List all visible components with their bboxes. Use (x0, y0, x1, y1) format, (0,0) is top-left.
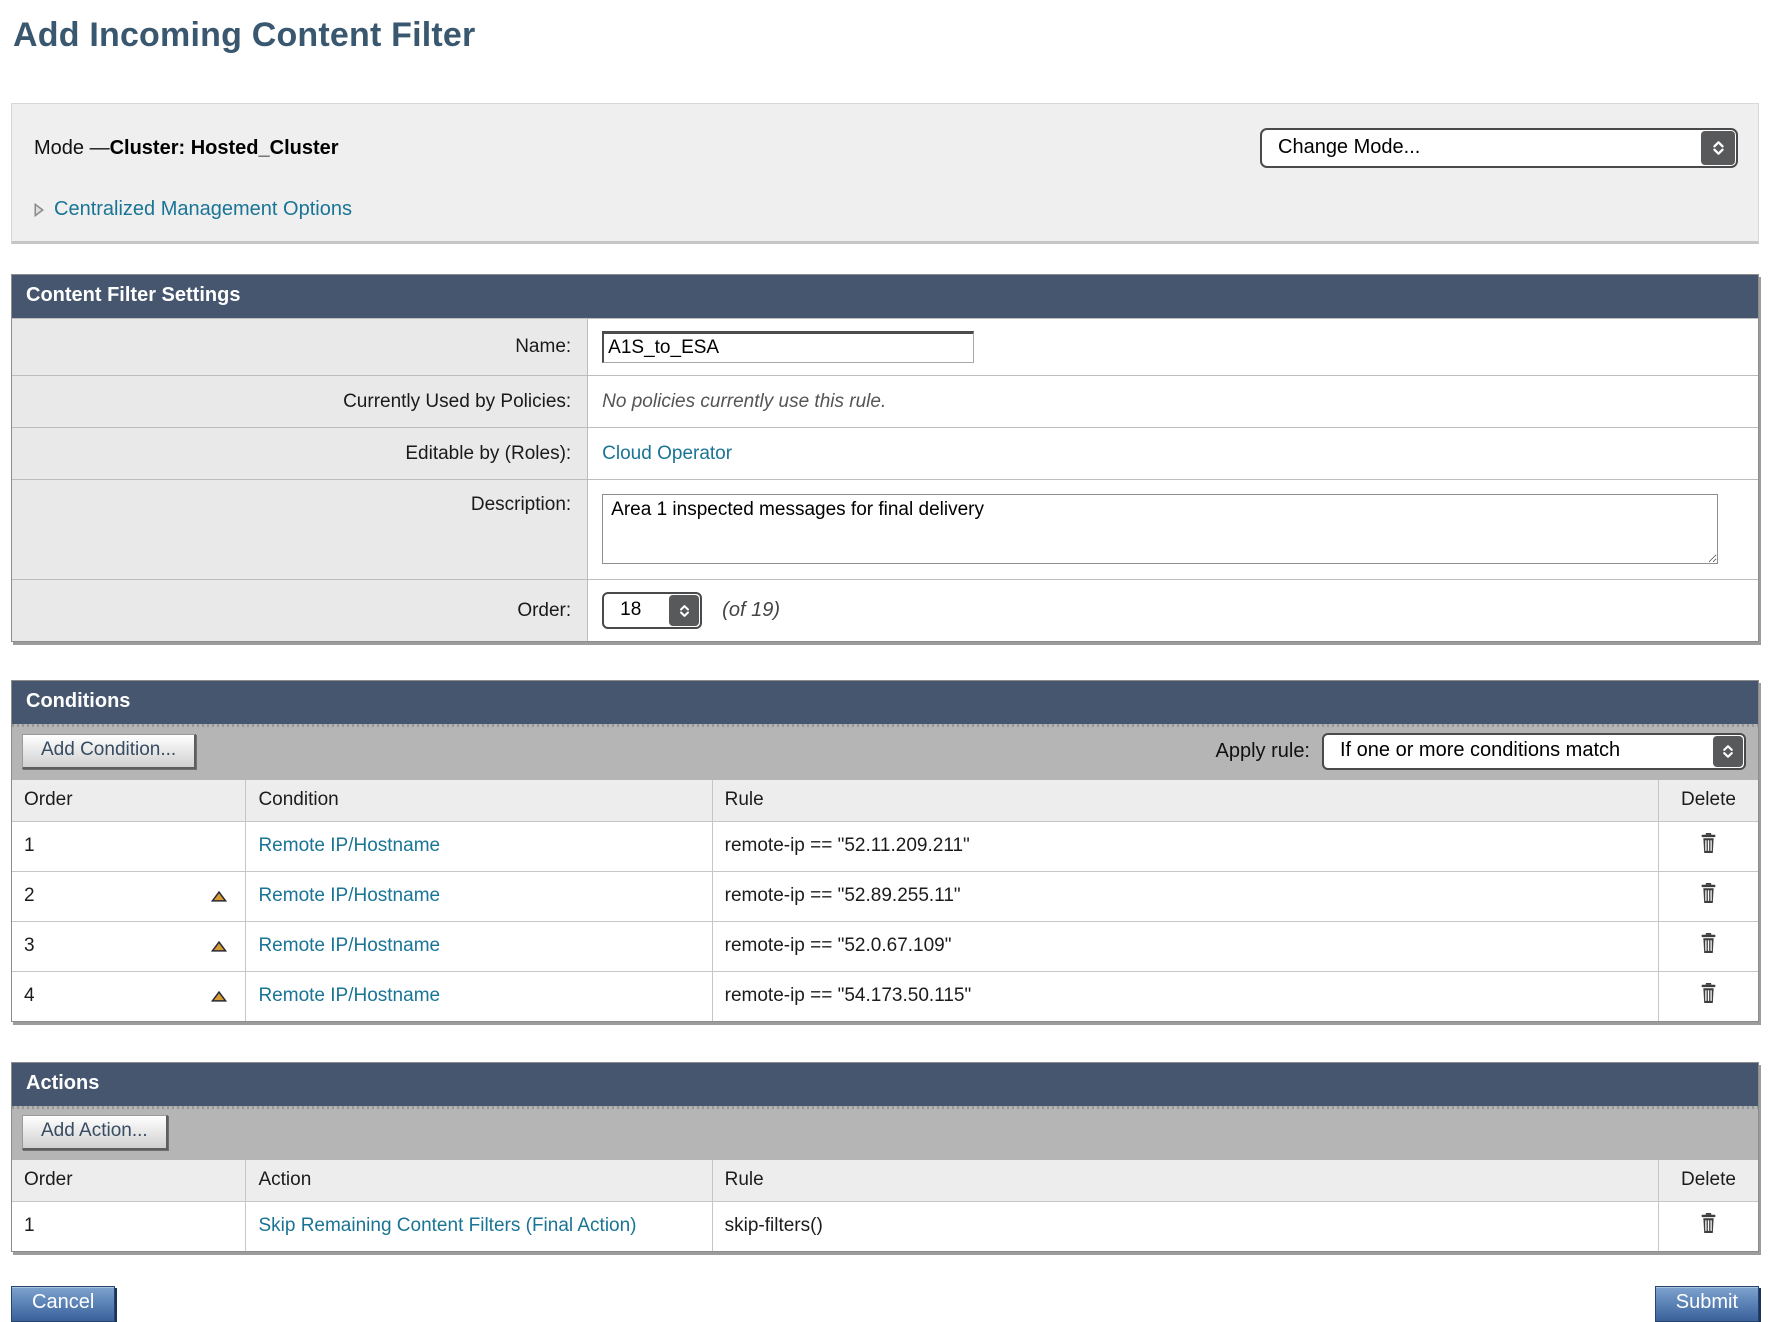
condition-order: 4 (24, 985, 35, 1007)
sort-up-icon[interactable] (211, 891, 227, 902)
apply-rule-label: Apply rule: (1216, 740, 1311, 763)
order-select[interactable]: 18 (602, 592, 702, 629)
disclosure-triangle-icon[interactable] (34, 203, 44, 217)
policies-value: No policies currently use this rule. (602, 391, 886, 413)
condition-link[interactable]: Remote IP/Hostname (258, 935, 440, 956)
order-total-text: (of 19) (722, 599, 780, 622)
change-mode-selected-value: Change Mode... (1262, 136, 1700, 161)
condition-rule: remote-ip == "52.89.255.11" (725, 885, 961, 906)
description-textarea[interactable]: Area 1 inspected messages for final deli… (602, 494, 1718, 564)
condition-rule: remote-ip == "52.11.209.211" (725, 835, 970, 856)
mode-panel: Mode —Cluster: Hosted_Cluster Change Mod… (11, 103, 1759, 244)
chevron-up-down-icon (669, 595, 699, 626)
actions-col-order: Order (12, 1160, 246, 1202)
delete-condition-button[interactable] (1698, 832, 1719, 854)
cloud-operator-link[interactable]: Cloud Operator (602, 443, 732, 465)
submit-button[interactable]: Submit (1655, 1286, 1759, 1322)
actions-col-delete: Delete (1658, 1160, 1758, 1202)
description-label: Description: (12, 480, 588, 579)
mode-cluster-value: Cluster: Hosted_Cluster (110, 137, 339, 159)
condition-link[interactable]: Remote IP/Hostname (258, 885, 440, 906)
action-row: 1 Skip Remaining Content Filters (Final … (12, 1202, 1758, 1252)
actions-toolbar: Add Action... (12, 1106, 1758, 1160)
chevron-up-down-icon (1701, 131, 1735, 165)
mode-text: Mode —Cluster: Hosted_Cluster (34, 137, 339, 160)
condition-link[interactable]: Remote IP/Hostname (258, 835, 440, 856)
condition-row: 2 Remote IP/Hostname remote-ip == "52.89… (12, 872, 1758, 922)
trash-icon (1698, 942, 1719, 957)
trash-icon (1698, 1222, 1719, 1237)
conditions-toolbar: Add Condition... Apply rule: If one or m… (12, 724, 1758, 780)
apply-rule-select[interactable]: If one or more conditions match (1322, 733, 1746, 770)
name-input[interactable] (602, 331, 974, 363)
name-label: Name: (12, 319, 588, 375)
conditions-col-condition: Condition (246, 780, 712, 822)
condition-link[interactable]: Remote IP/Hostname (258, 985, 440, 1006)
content-filter-settings-panel: Content Filter Settings Name: Currently … (11, 274, 1759, 642)
order-label: Order: (12, 580, 588, 641)
delete-action-button[interactable] (1698, 1212, 1719, 1234)
conditions-col-delete: Delete (1658, 780, 1758, 822)
condition-order: 1 (24, 835, 35, 857)
add-action-button[interactable]: Add Action... (22, 1115, 168, 1150)
conditions-col-rule: Rule (712, 780, 1658, 822)
delete-condition-button[interactable] (1698, 982, 1719, 1004)
centralized-management-options-link[interactable]: Centralized Management Options (54, 198, 352, 221)
actions-col-action: Action (246, 1160, 712, 1202)
condition-order: 3 (24, 935, 35, 957)
content-filter-settings-header: Content Filter Settings (12, 275, 1758, 318)
conditions-header: Conditions (12, 681, 1758, 724)
conditions-col-order: Order (12, 780, 246, 822)
condition-row: 4 Remote IP/Hostname remote-ip == "54.17… (12, 972, 1758, 1022)
footer-actions: Cancel Submit (11, 1286, 1759, 1322)
action-link[interactable]: Skip Remaining Content Filters (Final Ac… (258, 1213, 636, 1239)
actions-col-rule: Rule (712, 1160, 1658, 1202)
condition-rule: remote-ip == "52.0.67.109" (725, 935, 952, 956)
actions-header: Actions (12, 1063, 1758, 1106)
condition-row: 3 Remote IP/Hostname remote-ip == "52.0.… (12, 922, 1758, 972)
condition-row: 1 Remote IP/Hostname remote-ip == "52.11… (12, 822, 1758, 872)
delete-condition-button[interactable] (1698, 882, 1719, 904)
order-selected-value: 18 (604, 599, 668, 623)
cancel-button[interactable]: Cancel (11, 1286, 115, 1322)
action-rule: skip-filters() (725, 1215, 823, 1236)
actions-table: Order Action Rule Delete 1 Skip Remainin… (12, 1160, 1758, 1251)
condition-order: 2 (24, 885, 35, 907)
action-order: 1 (24, 1215, 35, 1237)
trash-icon (1698, 892, 1719, 907)
change-mode-select[interactable]: Change Mode... (1260, 128, 1738, 168)
conditions-panel: Conditions Add Condition... Apply rule: … (11, 680, 1759, 1022)
sort-up-icon[interactable] (211, 991, 227, 1002)
trash-icon (1698, 992, 1719, 1007)
sort-up-icon[interactable] (211, 941, 227, 952)
editable-by-roles-label: Editable by (Roles): (12, 428, 588, 479)
currently-used-by-policies-label: Currently Used by Policies: (12, 376, 588, 427)
delete-condition-button[interactable] (1698, 932, 1719, 954)
mode-label: Mode — (34, 137, 110, 159)
conditions-table: Order Condition Rule Delete 1 Remote IP/… (12, 780, 1758, 1021)
page-title: Add Incoming Content Filter (13, 16, 1770, 55)
condition-rule: remote-ip == "54.173.50.115" (725, 985, 972, 1006)
trash-icon (1698, 842, 1719, 857)
chevron-up-down-icon (1713, 736, 1743, 767)
actions-panel: Actions Add Action... Order Action Rule … (11, 1062, 1759, 1252)
apply-rule-selected-value: If one or more conditions match (1324, 739, 1712, 764)
add-condition-button[interactable]: Add Condition... (22, 734, 196, 769)
